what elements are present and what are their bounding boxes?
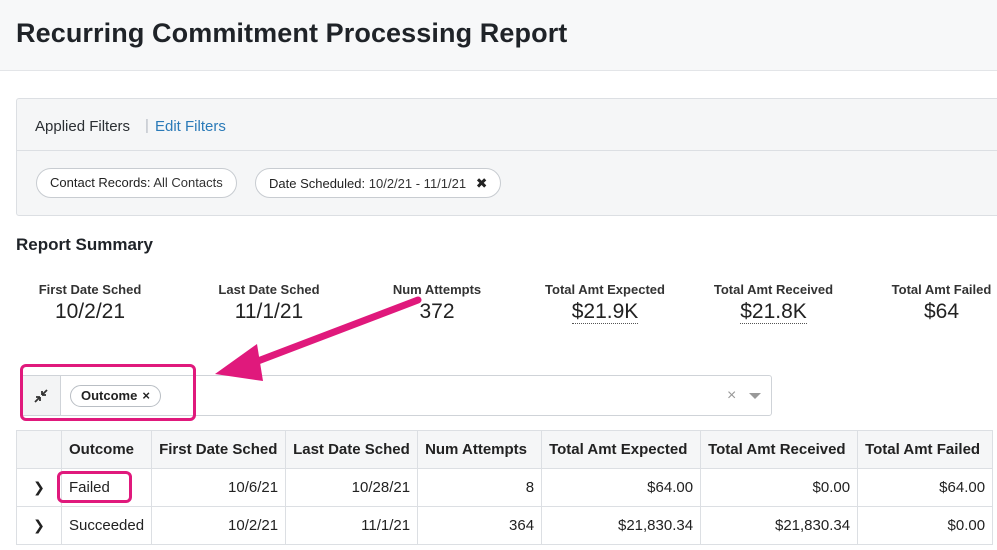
annotation-arrow-icon	[215, 296, 422, 381]
